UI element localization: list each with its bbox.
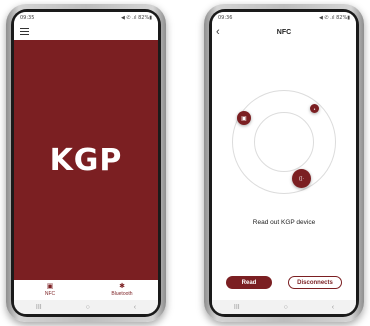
app-bar: [14, 24, 158, 40]
nfc-signal-icon: ((·: [292, 169, 311, 188]
phone-right: 09:36 ◀ ✆ .ıl 82%▮ ‹ NFC ▣ ● ((· Read ou…: [204, 4, 364, 322]
phone-device-icon: ▣: [237, 111, 251, 125]
device-dot-icon: ●: [310, 104, 319, 113]
back-icon[interactable]: ‹: [134, 304, 136, 311]
screen-home: 09:35 ◀ ✆ .ıl 82%▮ KGP ▣ NFC ✱ Bluetooth…: [14, 12, 158, 314]
home-icon[interactable]: ○: [284, 304, 288, 311]
tab-nfc[interactable]: ▣ NFC: [14, 280, 86, 300]
system-nav-bar: III ○ ‹: [212, 300, 356, 314]
tab-bluetooth[interactable]: ✱ Bluetooth: [86, 280, 158, 300]
status-icons: ◀ ✆ .ıl 82%▮: [318, 15, 350, 21]
tab-label: NFC: [44, 291, 56, 297]
phone-left: 09:35 ◀ ✆ .ıl 82%▮ KGP ▣ NFC ✱ Bluetooth…: [6, 4, 166, 322]
recents-icon[interactable]: III: [36, 304, 42, 311]
page-title: NFC: [276, 28, 292, 36]
status-bar: 09:36 ◀ ✆ .ıl 82%▮: [212, 12, 356, 24]
nfc-content: ▣ ● ((· Read out KGP device Read Disconn…: [212, 40, 356, 300]
nfc-chip-icon: ▣: [46, 283, 54, 290]
back-icon[interactable]: ‹: [332, 304, 334, 311]
system-nav-bar: III ○ ‹: [14, 300, 158, 314]
home-icon[interactable]: ○: [86, 304, 90, 311]
screen-nfc: 09:36 ◀ ✆ .ıl 82%▮ ‹ NFC ▣ ● ((· Read ou…: [212, 12, 356, 314]
status-bar: 09:35 ◀ ✆ .ıl 82%▮: [14, 12, 158, 24]
recents-icon[interactable]: III: [234, 304, 240, 311]
bottom-tab-bar: ▣ NFC ✱ Bluetooth: [14, 280, 158, 300]
kgp-logo: KGP: [49, 142, 123, 178]
scan-ring-inner: [254, 112, 314, 172]
status-time: 09:35: [20, 15, 35, 21]
disconnect-button[interactable]: Disconnects: [288, 276, 342, 289]
hero-panel: KGP: [14, 40, 158, 280]
tab-label: Bluetooth: [111, 291, 133, 297]
status-icons: ◀ ✆ .ıl 82%▮: [120, 15, 152, 21]
read-button[interactable]: Read: [226, 276, 272, 289]
bluetooth-icon: ✱: [119, 283, 125, 290]
readout-message: Read out KGP device: [252, 219, 316, 226]
app-bar: ‹ NFC: [212, 24, 356, 40]
menu-icon[interactable]: [20, 28, 29, 35]
back-arrow-icon[interactable]: ‹: [216, 25, 220, 39]
status-time: 09:36: [218, 15, 233, 21]
